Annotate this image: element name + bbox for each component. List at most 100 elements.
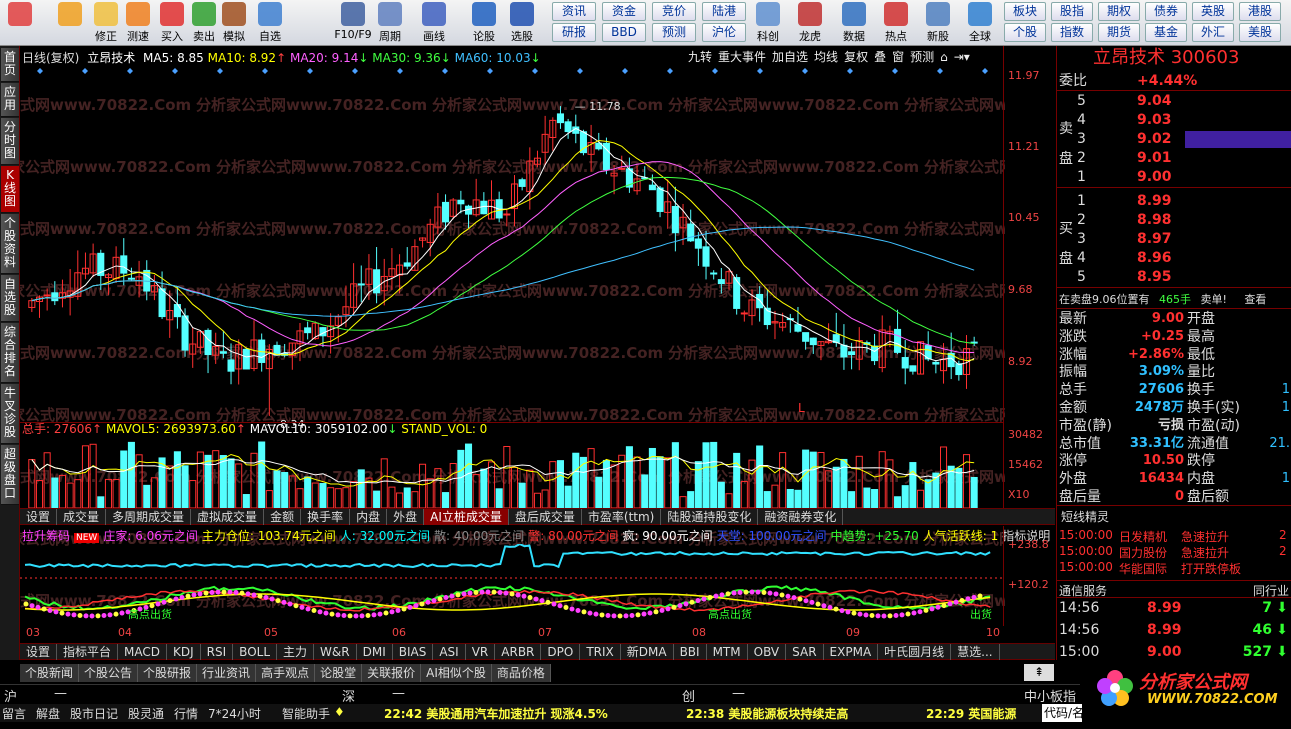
- volume-tab[interactable]: 盘后成交量: [509, 509, 582, 525]
- volume-canvas[interactable]: [20, 436, 1003, 508]
- market-button[interactable]: 个股: [1004, 23, 1046, 42]
- watchlist-button[interactable]: 自选: [254, 2, 286, 44]
- indicator-tab[interactable]: DMI: [357, 644, 393, 660]
- collapse-arrow-icon[interactable]: ⇞: [1024, 664, 1054, 681]
- buy-level[interactable]: 5 8.95: [1057, 268, 1291, 287]
- kechuang-button[interactable]: 科创: [748, 2, 788, 44]
- volume-tab[interactable]: 换手率: [301, 509, 351, 525]
- leftnav-8[interactable]: 超 级 盘 口: [1, 445, 19, 505]
- grid-button[interactable]: [4, 2, 36, 44]
- status-button[interactable]: 股灵通: [128, 705, 164, 722]
- news-tab[interactable]: AI相似个股: [421, 664, 492, 682]
- volume-tab[interactable]: 虚拟成交量: [191, 509, 265, 525]
- market-button[interactable]: 基金: [1145, 23, 1187, 42]
- period-button[interactable]: 周期: [374, 2, 406, 44]
- volume-tab[interactable]: 市盈率(ttm): [582, 509, 662, 525]
- back-arrow-button[interactable]: [54, 2, 86, 44]
- news-tab[interactable]: 论股堂: [315, 664, 363, 682]
- indicator-tab[interactable]: 指标平台: [57, 644, 119, 660]
- status-button[interactable]: 行情: [174, 705, 198, 722]
- news-tab[interactable]: 商品价格: [491, 664, 551, 682]
- news-tab[interactable]: 个股新闻: [20, 664, 80, 682]
- sprite-title[interactable]: 短线精灵: [1057, 508, 1291, 527]
- indicator-tab[interactable]: 设置: [20, 644, 58, 660]
- sell-button[interactable]: 卖出: [188, 2, 220, 44]
- volume-tab[interactable]: 内盘: [350, 509, 388, 525]
- ipo-button[interactable]: 新股: [918, 2, 958, 44]
- toolbar-button[interactable]: 预测: [652, 23, 696, 42]
- sell-level[interactable]: 2 9.01: [1057, 149, 1291, 168]
- indicator-tab[interactable]: OBV: [748, 644, 787, 660]
- indicator-tab[interactable]: MACD: [118, 644, 168, 660]
- indicator-tab[interactable]: TRIX: [580, 644, 621, 660]
- news-headline[interactable]: 22:29 英国能源: [926, 705, 1016, 722]
- alert-view-link[interactable]: 查看: [1244, 293, 1266, 306]
- draw-line-button[interactable]: 画线: [418, 2, 450, 44]
- indicator-tab[interactable]: RSI: [201, 644, 234, 660]
- indicator-tab[interactable]: 慧选...: [951, 644, 1000, 660]
- market-button[interactable]: 股指: [1051, 2, 1093, 21]
- volume-tab[interactable]: 成交量: [57, 509, 107, 525]
- status-button[interactable]: 7*24小时: [208, 705, 261, 722]
- toolbar-button[interactable]: 沪伦: [702, 23, 746, 42]
- indicator-tab[interactable]: KDJ: [167, 644, 201, 660]
- tab-peers[interactable]: 同行业: [1253, 582, 1289, 599]
- hotspot-button[interactable]: 热点: [876, 2, 916, 44]
- stock-picker-button[interactable]: 选股: [506, 2, 538, 44]
- search-box[interactable]: 代码/名称/: [1042, 704, 1082, 722]
- leftnav-0[interactable]: 首 页: [1, 48, 19, 82]
- volume-tab[interactable]: AI立桩成交量: [424, 509, 509, 525]
- volume-tab[interactable]: 外盘: [387, 509, 425, 525]
- toolbar-button[interactable]: BBD: [602, 23, 646, 42]
- toolbar-button[interactable]: 陆港: [702, 2, 746, 21]
- fix-button[interactable]: 修正: [90, 2, 122, 44]
- toolbar-button[interactable]: 研报: [552, 23, 596, 42]
- status-button[interactable]: 智能助手: [282, 705, 330, 722]
- indicator-tab[interactable]: MTM: [707, 644, 748, 660]
- leftnav-5[interactable]: 自 选 股: [1, 275, 19, 322]
- toolbar-button[interactable]: 竞价: [652, 2, 696, 21]
- leftnav-6[interactable]: 综 合 排 名: [1, 323, 19, 383]
- indicator-tab[interactable]: DPO: [541, 644, 581, 660]
- globe-button[interactable]: 全球: [960, 2, 1000, 44]
- volume-tab[interactable]: 金额: [264, 509, 302, 525]
- indicator-tab[interactable]: ARBR: [495, 644, 542, 660]
- volume-tab[interactable]: 多周期成交量: [106, 509, 192, 525]
- market-button[interactable]: 期权: [1098, 2, 1140, 21]
- indicator-tab[interactable]: ASI: [433, 644, 466, 660]
- index-label[interactable]: 创: [682, 686, 695, 705]
- sell-level[interactable]: 3 9.02: [1057, 130, 1291, 149]
- status-button[interactable]: 股市日记: [70, 705, 118, 722]
- longhu-button[interactable]: 龙虎: [790, 2, 830, 44]
- index-label[interactable]: 中小板指: [1024, 686, 1076, 705]
- volume-tab[interactable]: 设置: [20, 509, 58, 525]
- news-tab[interactable]: 个股研报: [138, 664, 198, 682]
- news-tab[interactable]: 行业资讯: [197, 664, 257, 682]
- market-button[interactable]: 板块: [1004, 2, 1046, 21]
- news-tab[interactable]: 个股公告: [79, 664, 139, 682]
- index-label[interactable]: 沪: [4, 686, 17, 705]
- order-alert[interactable]: 在卖盘9.06位置有 465手 卖单! 查看: [1057, 290, 1291, 309]
- index-label[interactable]: 深: [342, 686, 355, 705]
- buy-level[interactable]: 2 8.98: [1057, 211, 1291, 230]
- market-button[interactable]: 指数: [1051, 23, 1093, 42]
- market-button[interactable]: 英股: [1192, 2, 1234, 21]
- leftnav-7[interactable]: 牛 叉 诊 股: [1, 384, 19, 444]
- volume-tab[interactable]: 陆股通持股变化: [661, 509, 759, 525]
- sell-level[interactable]: 1 9.00: [1057, 168, 1291, 187]
- indicator-tab[interactable]: W&R: [314, 644, 357, 660]
- buy-level[interactable]: 3 8.97: [1057, 230, 1291, 249]
- indicator-tab[interactable]: BBI: [674, 644, 707, 660]
- buy-level[interactable]: 4 8.96: [1057, 249, 1291, 268]
- market-button[interactable]: 港股: [1239, 2, 1281, 21]
- indicator-tab[interactable]: BIAS: [393, 644, 434, 660]
- sell-level[interactable]: 4 9.03: [1057, 111, 1291, 130]
- news-headline[interactable]: 22:42 美股通用汽车加速拉升 现涨4.5%: [384, 705, 608, 722]
- leftnav-2[interactable]: 分 时 图: [1, 118, 19, 165]
- market-button[interactable]: 美股: [1239, 23, 1281, 42]
- leftnav-3[interactable]: K 线 图: [1, 166, 19, 213]
- market-button[interactable]: 外汇: [1192, 23, 1234, 42]
- kline-canvas[interactable]: — 11.78— 8.34L: [20, 64, 1005, 429]
- indicator-tab[interactable]: 主力: [277, 644, 315, 660]
- status-button[interactable]: 留言: [2, 705, 26, 722]
